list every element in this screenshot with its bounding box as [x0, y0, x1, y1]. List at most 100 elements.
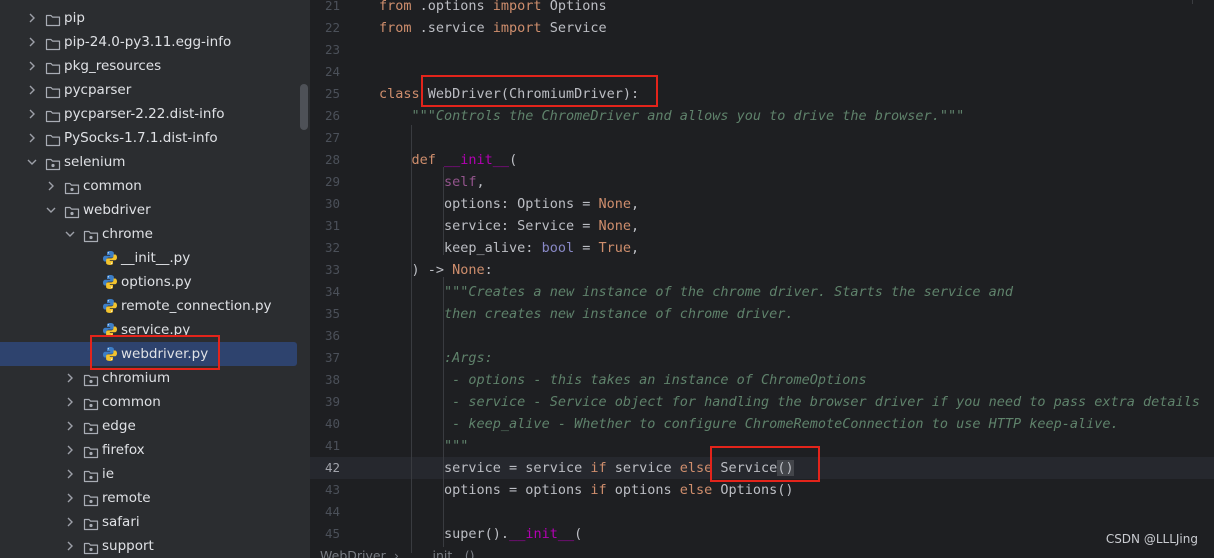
line-number: 36	[324, 328, 340, 343]
code-text: - options - this takes an instance of Ch…	[379, 369, 867, 391]
tree-item-remote[interactable]: remote	[0, 486, 300, 510]
code-token: service = service	[444, 460, 591, 476]
tree-item-webdriver[interactable]: webdriver	[0, 198, 300, 222]
tree-item-common[interactable]: common	[0, 174, 300, 198]
python-file-icon	[102, 298, 118, 313]
chevron-down-icon[interactable]	[26, 150, 38, 174]
chevron-right-icon[interactable]	[64, 390, 76, 414]
line-number: 29	[324, 174, 340, 189]
code-line[interactable]: 35 then creates new instance of chrome d…	[310, 303, 1214, 325]
code-token: from	[379, 20, 412, 36]
chevron-right-icon[interactable]	[26, 30, 38, 54]
tree-item-label: support	[102, 538, 154, 554]
tree-item-options-py[interactable]: options.py	[0, 270, 300, 294]
line-number: 32	[324, 240, 340, 255]
indent-guide	[443, 167, 444, 255]
code-token: Service	[541, 20, 607, 36]
code-line[interactable]: 29 self,	[310, 171, 1214, 193]
tree-item-pip[interactable]: pip	[0, 6, 300, 30]
tree-item-label: safari	[102, 514, 140, 530]
tree-item-label: remote_connection.py	[121, 298, 272, 314]
code-token: ,	[476, 174, 485, 190]
code-token: """	[444, 438, 469, 454]
chevron-right-icon[interactable]	[64, 534, 76, 558]
code-line[interactable]: 39 - service - Service object for handli…	[310, 391, 1214, 413]
code-text: options: Options = None,	[379, 193, 639, 215]
chevron-right-icon[interactable]	[64, 486, 76, 510]
code-text: ) -> None:	[379, 259, 493, 281]
package-folder-icon	[83, 515, 99, 531]
chevron-right-icon[interactable]	[64, 414, 76, 438]
project-tree[interactable]: pip pip-24.0-py3.11.egg-info pkg_resources…	[0, 0, 310, 558]
code-line[interactable]: 37 :Args:	[310, 347, 1214, 369]
code-line[interactable]: 31 service: Service = None,	[310, 215, 1214, 237]
breadcrumb: WebDriver › __init__()	[310, 546, 1214, 558]
tree-item-init-py[interactable]: __init__.py	[0, 246, 300, 270]
tree-item-pycparser-2-22-dist-info[interactable]: pycparser-2.22.dist-info	[0, 102, 300, 126]
tree-item-pycparser[interactable]: pycparser	[0, 78, 300, 102]
tree-item-common[interactable]: common	[0, 390, 300, 414]
code-line[interactable]: 21 from .options import Options	[310, 0, 1214, 17]
tree-item-selenium[interactable]: selenium	[0, 150, 300, 174]
package-folder-icon	[64, 203, 80, 219]
chevron-right-icon[interactable]	[45, 174, 57, 198]
tree-item-firefox[interactable]: firefox	[0, 438, 300, 462]
tree-item-support[interactable]: support	[0, 534, 300, 558]
package-folder-icon	[64, 179, 80, 195]
chevron-right-icon[interactable]	[26, 6, 38, 30]
code-line[interactable]: 40 - keep_alive - Whether to configure C…	[310, 413, 1214, 435]
chevron-right-icon[interactable]	[26, 126, 38, 150]
package-folder-icon	[83, 395, 99, 411]
chevron-right-icon[interactable]	[64, 366, 76, 390]
code-line[interactable]: 28 def __init__(	[310, 149, 1214, 171]
code-line[interactable]: 33 ) -> None:	[310, 259, 1214, 281]
code-token: - options - this takes an instance of Ch…	[444, 372, 867, 388]
code-line[interactable]: 27	[310, 127, 1214, 149]
line-number: 45	[324, 526, 340, 541]
tree-item-safari[interactable]: safari	[0, 510, 300, 534]
code-token: """Creates a new instance of the chrome …	[444, 284, 1013, 300]
line-number: 40	[324, 416, 340, 431]
breadcrumb-item-class[interactable]: WebDriver	[320, 546, 386, 558]
tree-item-edge[interactable]: edge	[0, 414, 300, 438]
chevron-right-icon[interactable]	[26, 102, 38, 126]
code-line[interactable]: 23	[310, 39, 1214, 61]
chevron-right-icon[interactable]	[64, 438, 76, 462]
code-line[interactable]: 36	[310, 325, 1214, 347]
tree-item-chrome[interactable]: chrome	[0, 222, 300, 246]
tree-item-pkg-resources[interactable]: pkg_resources	[0, 54, 300, 78]
code-line[interactable]: 26 """Controls the ChromeDriver and allo…	[310, 105, 1214, 127]
tree-item-label: selenium	[64, 154, 126, 170]
chevron-down-icon[interactable]	[64, 222, 76, 246]
chevron-right-icon[interactable]	[64, 462, 76, 486]
code-token: if	[590, 482, 607, 498]
package-folder-icon	[83, 467, 99, 483]
code-token: service: Service =	[444, 218, 599, 234]
code-token: options	[606, 482, 680, 498]
chevron-right-icon[interactable]	[26, 54, 38, 78]
code-line[interactable]: 22 from .service import Service	[310, 17, 1214, 39]
tree-item-remote-connection-py[interactable]: remote_connection.py	[0, 294, 300, 318]
line-number: 28	[324, 152, 340, 167]
code-line[interactable]: 45 super().__init__(	[310, 523, 1214, 545]
code-line[interactable]: 30 options: Options = None,	[310, 193, 1214, 215]
project-tree-scrollbar[interactable]	[300, 84, 308, 130]
tree-item-pip-24-0-py3-11-egg-info[interactable]: pip-24.0-py3.11.egg-info	[0, 30, 300, 54]
code-line[interactable]: 43 options = options if options else Opt…	[310, 479, 1214, 501]
chevron-right-icon[interactable]	[26, 78, 38, 102]
line-number: 33	[324, 262, 340, 277]
tree-item-ie[interactable]: ie	[0, 462, 300, 486]
chevron-right-icon[interactable]	[64, 510, 76, 534]
code-line[interactable]: 34 """Creates a new instance of the chro…	[310, 281, 1214, 303]
code-line[interactable]: 38 - options - this takes an instance of…	[310, 369, 1214, 391]
code-text: super().__init__(	[379, 523, 582, 545]
breadcrumb-item-method[interactable]: __init__()	[420, 546, 475, 558]
chevron-down-icon[interactable]	[45, 198, 57, 222]
tree-item-pysocks-1-7-1-dist-info[interactable]: PySocks-1.7.1.dist-info	[0, 126, 300, 150]
code-token: __init__	[509, 526, 575, 542]
code-line[interactable]: 44	[310, 501, 1214, 523]
line-number: 39	[324, 394, 340, 409]
code-line[interactable]: 32 keep_alive: bool = True,	[310, 237, 1214, 259]
code-text: """Controls the ChromeDriver and allows …	[379, 105, 965, 127]
folder-icon	[45, 59, 61, 75]
